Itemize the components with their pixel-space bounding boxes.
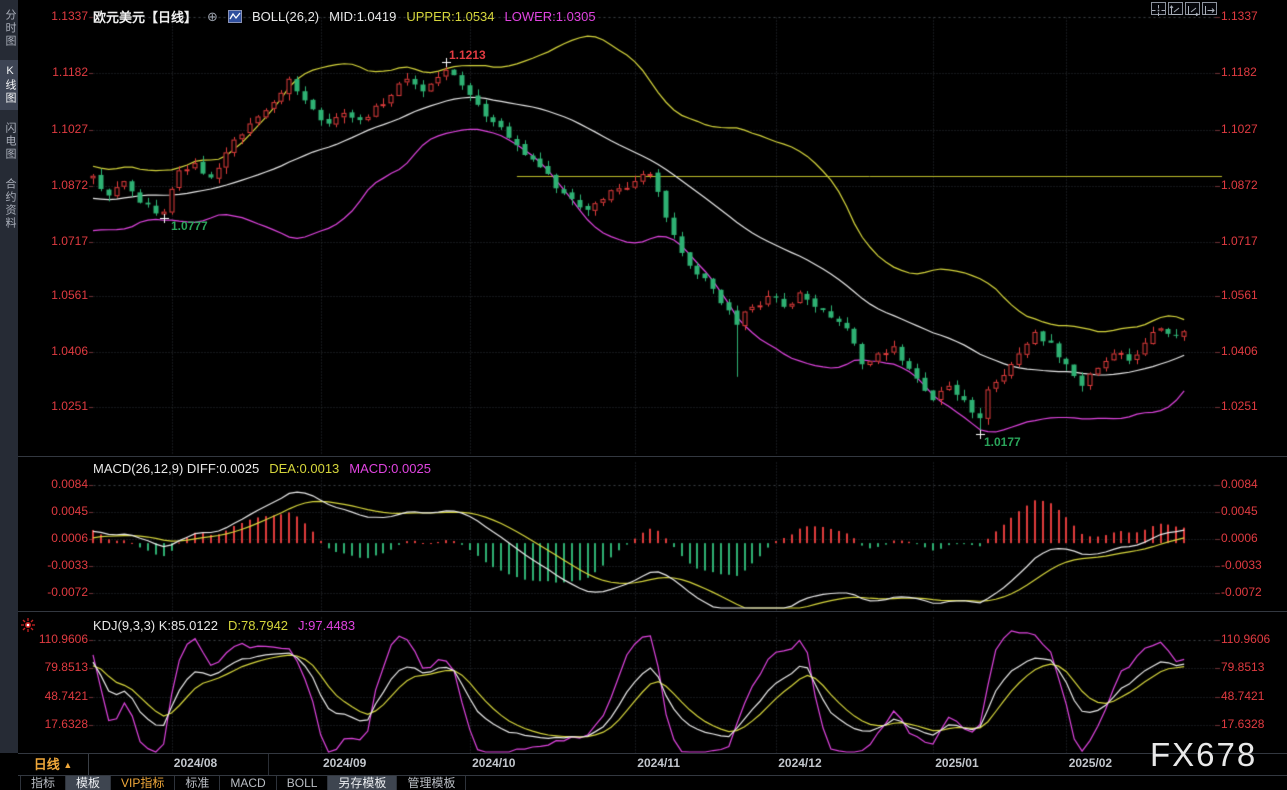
price-axis-label: -0.0033	[1221, 558, 1285, 572]
shift-chart-right-icon[interactable]	[1202, 2, 1217, 15]
axis-scale-right-icon[interactable]	[1185, 2, 1200, 15]
price-axis-label: -0.0033	[18, 558, 88, 572]
annotation-high-price: 1.1213	[449, 48, 486, 62]
price-axis-label: 17.6328	[1221, 717, 1285, 731]
price-axis-label: 0.0084	[18, 477, 88, 491]
price-axis-label: 1.0406	[18, 344, 88, 358]
month-label: 2024/10	[449, 756, 539, 770]
boll-indicator-label: BOLL(26,2)	[252, 9, 319, 24]
month-label: 2024/12	[755, 756, 845, 770]
price-axis-label: 1.0406	[1221, 344, 1285, 358]
period-label: 日线	[34, 757, 60, 772]
price-axis-label: 1.1182	[18, 65, 88, 79]
price-axis-label: 79.8513	[18, 660, 88, 674]
toolbar-item-指标[interactable]: 指标	[20, 776, 66, 790]
price-axis-label: 1.1027	[18, 122, 88, 136]
period-dropdown-arrow: ▲	[63, 760, 72, 770]
price-axis-label: 1.1027	[1221, 122, 1285, 136]
add-indicator-icon[interactable]: ⊕	[207, 9, 218, 25]
price-axis-label: 0.0045	[1221, 504, 1285, 518]
toolbar-item-MACD[interactable]: MACD	[220, 776, 276, 790]
price-axis-label: 1.0717	[18, 234, 88, 248]
annotation-august-low: 1.0777	[171, 219, 208, 233]
price-axis-label: 1.0561	[18, 288, 88, 302]
price-axis-label: 1.1337	[1221, 9, 1285, 23]
month-label: 2024/09	[300, 756, 390, 770]
chart-toolbar-icons	[1151, 2, 1217, 15]
price-axis-label: 1.0251	[1221, 399, 1285, 413]
panel-separator	[18, 611, 1287, 612]
indicator-toolbar: 指标模板VIP指标标准MACDBOLL另存模板管理模板	[20, 776, 466, 790]
macd-bar-value: MACD:0.0025	[349, 461, 431, 476]
macd-panel-header: MACD(26,12,9) DIFF:0.0025 DEA:0.0013 MAC…	[93, 461, 431, 476]
boll-mid-value: MID:1.0419	[329, 9, 396, 24]
chart-canvas[interactable]	[0, 0, 1287, 790]
sidebar-tab-kline[interactable]: K线图	[0, 60, 18, 110]
boll-lower-value: LOWER:1.0305	[505, 9, 596, 24]
toolbar-item-BOLL[interactable]: BOLL	[277, 776, 329, 790]
kdj-j-value: J:97.4483	[298, 618, 355, 633]
crosshair-tool-icon[interactable]	[1151, 2, 1166, 15]
time-axis-row: 日线 ▲ 2024/08 2024/09 2024/10 2024/11 2024/12…	[18, 754, 1287, 775]
price-axis-label: 1.0251	[18, 399, 88, 413]
price-axis-label: 1.0872	[18, 178, 88, 192]
price-axis-label: 1.1337	[18, 9, 88, 23]
kdj-d-value: D:78.7942	[228, 618, 288, 633]
toolbar-item-管理模板[interactable]: 管理模板	[397, 776, 466, 790]
price-axis-label: 17.6328	[18, 717, 88, 731]
symbol-name: 欧元美元	[93, 7, 145, 26]
price-axis-label: 48.7421	[18, 689, 88, 703]
toolbar-item-VIP指标[interactable]: VIP指标	[111, 776, 175, 790]
toolbar-item-模板[interactable]: 模板	[66, 776, 111, 790]
price-axis-label: 1.0872	[1221, 178, 1285, 192]
chart-application-window: 分时图 K线图 闪电图 合约资料 欧元美元【日线】 ⊕ BOLL(26,2) M…	[0, 0, 1287, 790]
chart-type-sidebar: 分时图 K线图 闪电图 合约资料	[0, 0, 18, 753]
toolbar-item-另存模板[interactable]: 另存模板	[328, 776, 397, 790]
price-axis-label: 48.7421	[1221, 689, 1285, 703]
toolbar-item-标准[interactable]: 标准	[175, 776, 220, 790]
macd-diff-value: MACD(26,12,9) DIFF:0.0025	[93, 461, 259, 476]
sidebar-tab-timeshare[interactable]: 分时图	[0, 4, 18, 53]
kdj-settings-icon[interactable]	[20, 617, 36, 638]
price-axis-label: 79.8513	[1221, 660, 1285, 674]
month-label: 2024/11	[614, 756, 704, 770]
boll-upper-value: UPPER:1.0534	[406, 9, 494, 24]
price-axis-label: 0.0006	[1221, 531, 1285, 545]
main-chart-header: 欧元美元【日线】 ⊕ BOLL(26,2) MID:1.0419 UPPER:1…	[93, 7, 596, 26]
date-row-divider	[268, 754, 269, 775]
period-selector[interactable]: 日线 ▲	[18, 754, 89, 775]
panel-separator	[18, 456, 1287, 457]
axis-scale-up-icon[interactable]	[1168, 2, 1183, 15]
price-axis-label: 0.0006	[18, 531, 88, 545]
month-label: 2025/02	[1045, 756, 1135, 770]
price-axis-label: 0.0045	[18, 504, 88, 518]
price-axis-label: -0.0072	[18, 585, 88, 599]
month-label: 2025/01	[912, 756, 1002, 770]
period-tag: 【日线】	[145, 7, 197, 26]
price-axis-label: 0.0084	[1221, 477, 1285, 491]
price-axis-label: -0.0072	[1221, 585, 1285, 599]
sidebar-tab-lightning[interactable]: 闪电图	[0, 117, 18, 166]
price-axis-label: 110.9606	[1221, 632, 1285, 646]
kdj-panel-header: KDJ(9,3,3) K:85.0122 D:78.7942 J:97.4483	[93, 618, 355, 633]
kdj-k-value: KDJ(9,3,3) K:85.0122	[93, 618, 218, 633]
sidebar-tab-contract-info[interactable]: 合约资料	[0, 173, 18, 235]
month-label: 2024/08	[151, 756, 241, 770]
chart-logo-icon	[228, 10, 242, 23]
annotation-january-low: 1.0177	[984, 435, 1021, 449]
fx678-watermark: FX678	[1150, 736, 1257, 774]
price-axis-label: 1.0561	[1221, 288, 1285, 302]
macd-dea-value: DEA:0.0013	[269, 461, 339, 476]
price-axis-label: 1.0717	[1221, 234, 1285, 248]
price-axis-label: 1.1182	[1221, 65, 1285, 79]
